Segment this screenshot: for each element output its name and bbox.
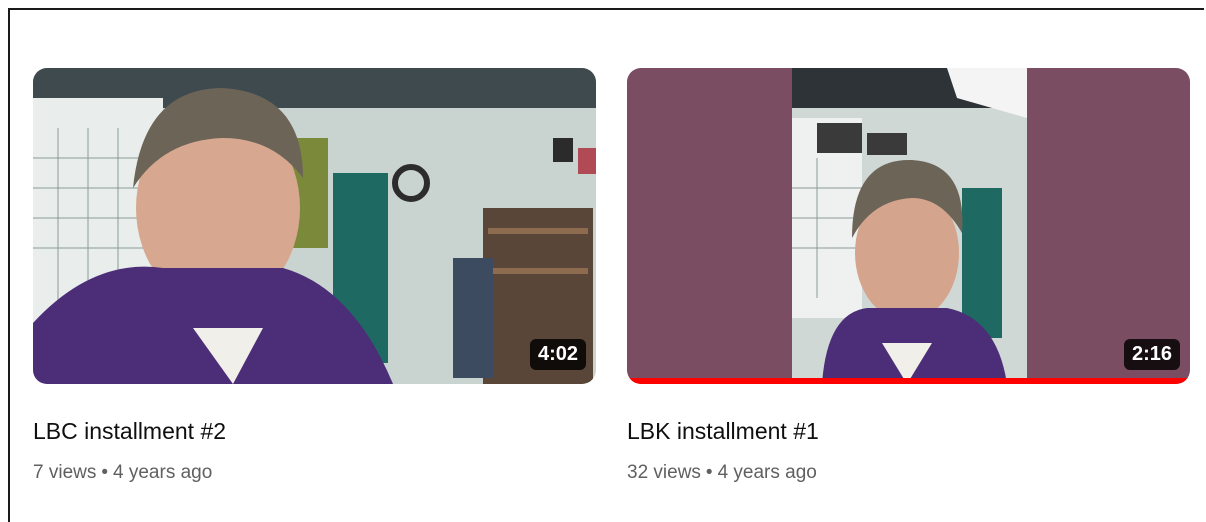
thumbnail-image <box>33 68 596 384</box>
video-thumbnail[interactable]: 2:16 <box>627 68 1190 384</box>
video-duration-badge: 2:16 <box>1123 339 1180 370</box>
video-card[interactable]: 2:16 LBK installment #1 32 views • 4 years… <box>627 68 1190 485</box>
metadata-separator: • <box>101 462 109 483</box>
video-title[interactable]: LBC installment #2 <box>33 417 596 445</box>
upload-age: 4 years ago <box>113 462 213 483</box>
upload-age: 4 years ago <box>717 462 817 483</box>
video-title[interactable]: LBK installment #1 <box>627 417 1190 445</box>
view-count: 7 views <box>33 462 97 483</box>
video-metadata: 7 views • 4 years ago <box>33 461 596 485</box>
view-count: 32 views <box>627 462 701 483</box>
thumbnail-image <box>627 68 1190 384</box>
video-card[interactable]: 4:02 LBC installment #2 7 views • 4 years … <box>33 68 596 485</box>
watch-progress-bar <box>627 378 1190 384</box>
metadata-separator: • <box>705 462 713 483</box>
video-thumbnail[interactable]: 4:02 <box>33 68 596 384</box>
video-metadata: 32 views • 4 years ago <box>627 461 1190 485</box>
video-duration-badge: 4:02 <box>529 339 586 370</box>
